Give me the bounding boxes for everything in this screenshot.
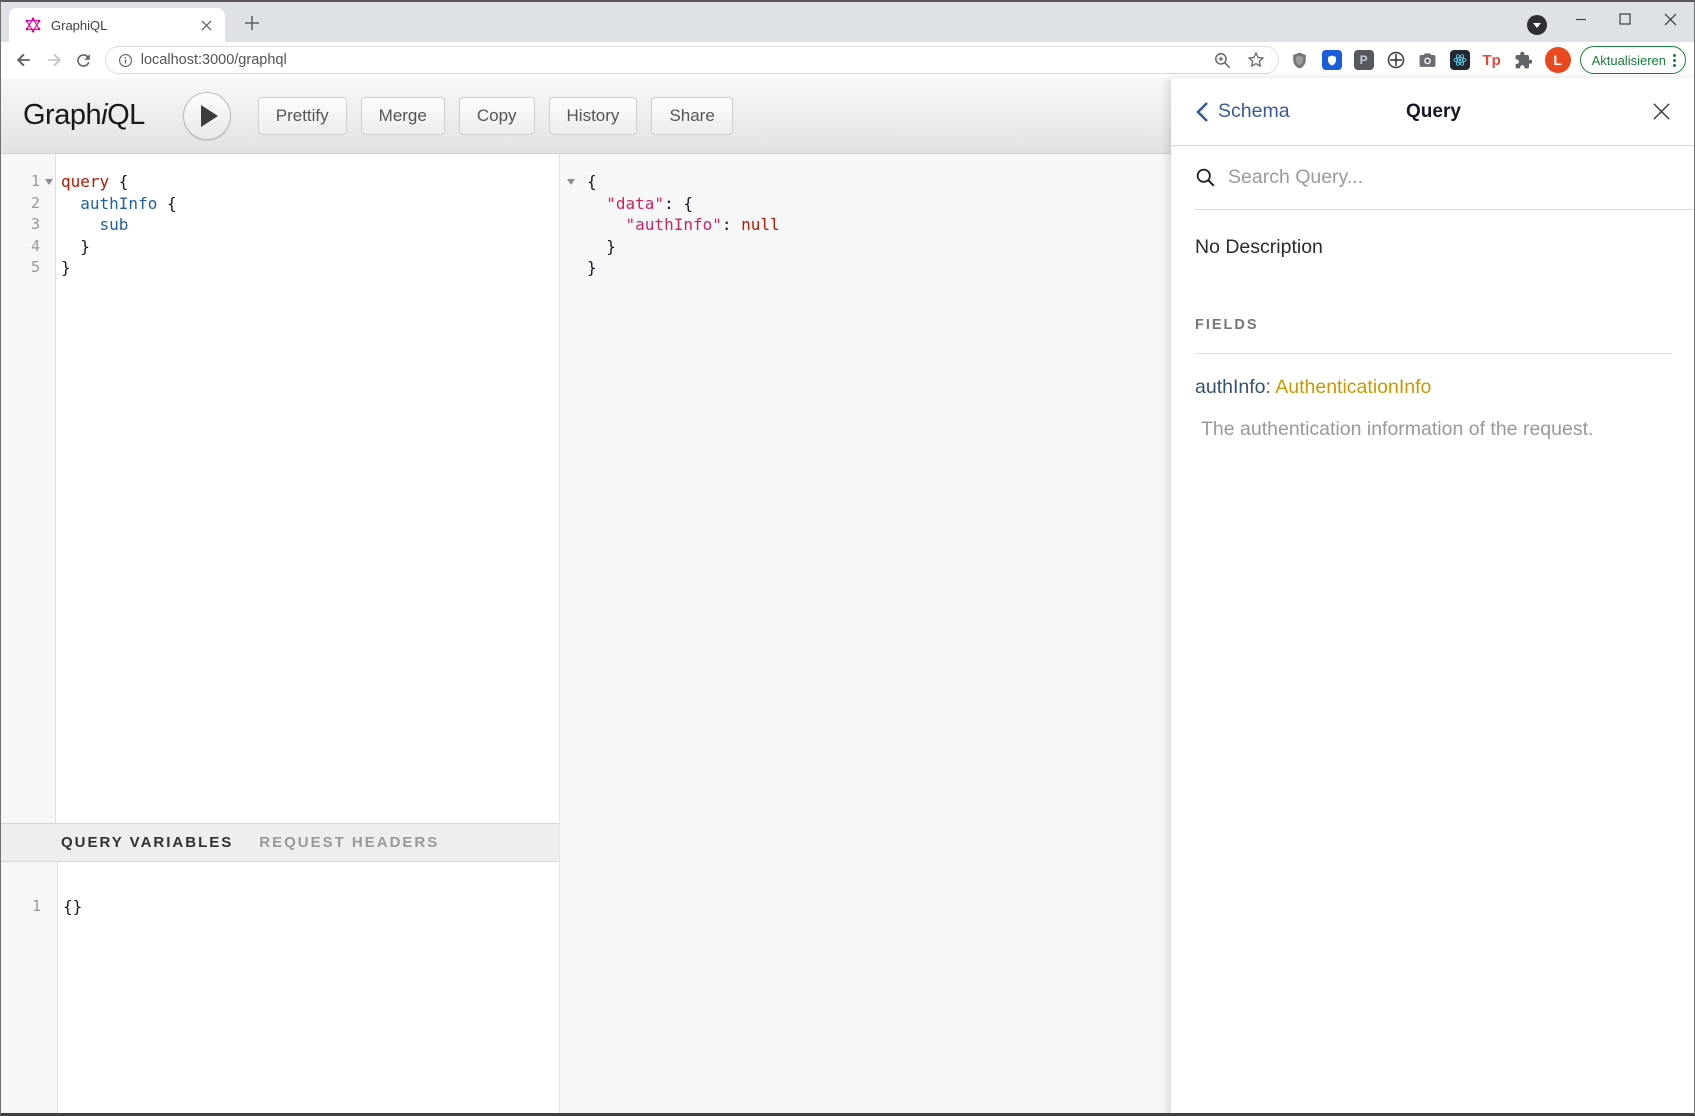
site-info-icon[interactable] bbox=[118, 53, 133, 68]
query-editor[interactable]: 1 2 3 4 5 query { authInfo { sub } } bbox=[1, 154, 559, 823]
line-number: 1 bbox=[1, 171, 40, 193]
execute-button[interactable] bbox=[183, 92, 231, 140]
line-number: 5 bbox=[1, 257, 40, 279]
chrome-update-menu-button[interactable]: Aktualisieren bbox=[1580, 46, 1686, 74]
variables-code[interactable]: {} bbox=[58, 862, 559, 1116]
code-line: { bbox=[587, 171, 1171, 193]
share-button[interactable]: Share bbox=[651, 97, 732, 135]
doc-body: No Description FIELDS authInfo: Authenti… bbox=[1171, 210, 1695, 441]
code-line: query { bbox=[61, 171, 559, 193]
kebab-menu-icon bbox=[1673, 54, 1679, 67]
tab-search-icon[interactable] bbox=[1527, 15, 1547, 35]
code-line: } bbox=[587, 236, 1171, 258]
tab-title: GraphiQL bbox=[51, 18, 197, 33]
doc-search-input[interactable] bbox=[1228, 166, 1695, 189]
code-line: "data": { bbox=[587, 193, 1171, 215]
tab-close-icon[interactable] bbox=[197, 16, 215, 34]
fields-heading: FIELDS bbox=[1195, 317, 1672, 333]
field-separator: : bbox=[1265, 376, 1275, 398]
zoom-icon[interactable] bbox=[1213, 51, 1232, 70]
extensions-puzzle-icon[interactable] bbox=[1513, 49, 1535, 71]
chevron-left-icon bbox=[1195, 101, 1209, 123]
code-line: sub bbox=[61, 214, 559, 236]
variables-gutter: 1 bbox=[1, 862, 58, 1116]
close-button[interactable] bbox=[1655, 5, 1685, 33]
doc-search-row bbox=[1195, 146, 1695, 210]
play-icon bbox=[201, 105, 218, 127]
line-number: 3 bbox=[1, 214, 40, 236]
copy-button[interactable]: Copy bbox=[459, 97, 535, 135]
query-gutter: 1 2 3 4 5 bbox=[1, 154, 56, 823]
browser-tab[interactable]: GraphiQL bbox=[9, 8, 225, 42]
bookmark-star-icon[interactable] bbox=[1246, 50, 1266, 70]
doc-explorer-header: Query Schema bbox=[1171, 78, 1695, 146]
forward-icon[interactable] bbox=[39, 45, 69, 75]
code-line: } bbox=[61, 257, 559, 279]
prettify-button[interactable]: Prettify bbox=[258, 97, 347, 135]
graphiql-toolbar: GraphiQL Prettify Merge Copy History Sha… bbox=[1, 78, 1171, 154]
fold-arrow-icon[interactable] bbox=[567, 179, 575, 185]
code-line: } bbox=[587, 257, 1171, 279]
history-button[interactable]: History bbox=[549, 97, 638, 135]
bitwarden-extension-icon[interactable] bbox=[1321, 49, 1343, 71]
minimize-button[interactable] bbox=[1566, 5, 1596, 33]
search-icon bbox=[1195, 167, 1216, 188]
field-name-link[interactable]: authInfo bbox=[1195, 376, 1265, 398]
crosshair-extension-icon[interactable] bbox=[1385, 49, 1407, 71]
line-number: 1 bbox=[1, 896, 41, 918]
doc-back-label: Schema bbox=[1218, 100, 1290, 123]
url-text[interactable]: localhost:3000/graphql bbox=[141, 52, 1213, 68]
reload-icon[interactable] bbox=[69, 45, 99, 75]
variables-editor[interactable]: 1 {} bbox=[1, 862, 559, 1116]
line-number: 4 bbox=[1, 236, 40, 258]
new-tab-button[interactable] bbox=[241, 12, 263, 34]
extensions-row: P bbox=[1289, 49, 1535, 71]
ublock-extension-icon[interactable] bbox=[1289, 49, 1311, 71]
line-number: 2 bbox=[1, 193, 40, 215]
react-devtools-extension-icon[interactable] bbox=[1449, 49, 1471, 71]
field-row: authInfo: AuthenticationInfo bbox=[1195, 376, 1672, 399]
dark-p-extension-icon[interactable]: P bbox=[1353, 49, 1375, 71]
update-button-label: Aktualisieren bbox=[1592, 53, 1666, 68]
graphiql-logo: GraphiQL bbox=[23, 99, 145, 132]
code-line: authInfo { bbox=[61, 193, 559, 215]
secondary-editor-tabs: QUERY VARIABLES REQUEST HEADERS bbox=[1, 823, 559, 862]
tp-extension-icon[interactable]: Tp bbox=[1481, 49, 1503, 71]
query-pane: 1 2 3 4 5 query { authInfo { sub } } QUE… bbox=[1, 154, 559, 1116]
graphiql-app: GraphiQL Prettify Merge Copy History Sha… bbox=[1, 78, 1694, 1116]
tab-query-variables[interactable]: QUERY VARIABLES bbox=[61, 834, 233, 851]
profile-avatar[interactable]: L bbox=[1545, 47, 1571, 73]
tab-request-headers[interactable]: REQUEST HEADERS bbox=[259, 834, 439, 851]
camera-extension-icon[interactable] bbox=[1417, 49, 1439, 71]
browser-window: GraphiQL bbox=[0, 0, 1695, 1116]
merge-button[interactable]: Merge bbox=[361, 97, 445, 135]
doc-back-link[interactable]: Schema bbox=[1195, 100, 1290, 123]
tab-strip: GraphiQL bbox=[1, 2, 1694, 42]
field-description: The authentication information of the re… bbox=[1195, 418, 1672, 441]
code-line: } bbox=[61, 236, 559, 258]
maximize-button[interactable] bbox=[1610, 5, 1640, 33]
result-pane[interactable]: { "data": { "authInfo": null } } bbox=[559, 154, 1171, 1116]
query-code[interactable]: query { authInfo { sub } } bbox=[56, 154, 559, 823]
url-field[interactable]: localhost:3000/graphql bbox=[105, 46, 1279, 74]
fold-arrow-icon[interactable] bbox=[45, 179, 53, 185]
field-type-link[interactable]: AuthenticationInfo bbox=[1275, 376, 1431, 398]
code-line: {} bbox=[63, 896, 559, 918]
divider bbox=[1195, 353, 1672, 354]
back-icon[interactable] bbox=[9, 45, 39, 75]
result-code: { "data": { "authInfo": null } } bbox=[560, 154, 1171, 279]
address-bar: localhost:3000/graphql bbox=[1, 42, 1694, 78]
avatar-initial: L bbox=[1553, 52, 1562, 68]
code-line: "authInfo": null bbox=[587, 214, 1171, 236]
doc-close-icon[interactable] bbox=[1648, 99, 1674, 125]
type-description: No Description bbox=[1195, 236, 1672, 259]
doc-explorer: Query Schema No Descrip bbox=[1171, 78, 1695, 1116]
graphql-favicon bbox=[25, 17, 41, 33]
